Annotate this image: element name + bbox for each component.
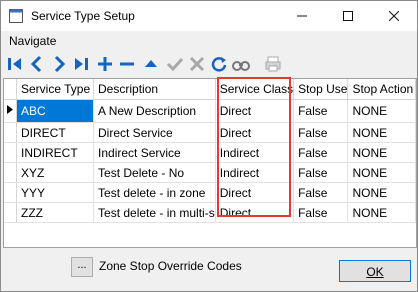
cell-stop-action[interactable]: NONE — [347, 182, 416, 203]
cell-description[interactable]: Test delete - in multi-s — [93, 202, 216, 223]
cell-description[interactable]: Test delete - in zone — [93, 182, 216, 203]
checkmark-icon — [166, 57, 184, 72]
row-indicator — [4, 122, 17, 143]
triangle-up-icon — [145, 60, 157, 67]
zone-stop-override-button[interactable]: ... — [71, 257, 93, 277]
cell-service-class[interactable]: Indirect — [215, 162, 295, 183]
grid-header-row: Service Type Description Service Class S… — [4, 79, 416, 100]
cell-service-type[interactable]: ABC — [16, 99, 95, 123]
last-record-icon — [75, 58, 88, 70]
table-row[interactable]: YYY Test delete - in zone Direct False N… — [4, 182, 416, 203]
table-row[interactable]: INDIRECT Indirect Service Indirect False… — [4, 142, 416, 163]
add-record-button[interactable] — [95, 54, 115, 74]
ok-button-label: OK — [366, 265, 384, 279]
cell-service-type[interactable]: ZZZ — [16, 202, 95, 223]
column-header-service-type[interactable]: Service Type — [16, 79, 95, 100]
row-indicator — [4, 142, 17, 163]
cell-service-type[interactable]: XYZ — [16, 162, 95, 183]
cell-stop-action[interactable]: NONE — [347, 142, 416, 163]
first-record-icon — [8, 58, 21, 70]
maximize-icon — [343, 11, 353, 21]
cell-service-type[interactable]: INDIRECT — [16, 142, 95, 163]
service-type-grid[interactable]: Service Type Description Service Class S… — [3, 78, 417, 248]
plus-icon — [98, 57, 112, 71]
row-indicator — [4, 202, 17, 223]
cell-description[interactable]: Indirect Service — [93, 142, 216, 163]
delete-record-button[interactable] — [117, 54, 137, 74]
window-title: Service Type Setup — [31, 9, 135, 23]
row-indicator-header — [4, 79, 17, 100]
menu-navigate[interactable]: Navigate — [9, 34, 56, 48]
cancel-edit-button[interactable] — [187, 54, 207, 74]
column-header-stop-use[interactable]: Stop Use — [293, 79, 349, 100]
navigator-toolbar — [1, 52, 417, 76]
binoculars-icon — [232, 61, 250, 71]
table-row[interactable]: ZZZ Test delete - in multi-s Direct Fals… — [4, 202, 416, 223]
next-record-icon — [54, 55, 66, 73]
cell-service-type[interactable]: DIRECT — [16, 122, 95, 143]
close-icon — [389, 11, 399, 21]
cell-stop-use[interactable]: False — [293, 162, 349, 183]
cell-stop-action[interactable]: NONE — [347, 99, 416, 123]
column-header-stop-action[interactable]: Stop Action — [347, 79, 416, 100]
cell-service-class[interactable]: Direct — [215, 99, 295, 123]
service-type-setup-window: Service Type Setup Navigate Service Type… — [0, 0, 418, 292]
minimize-button[interactable] — [279, 1, 325, 31]
current-row-indicator — [4, 99, 17, 123]
cell-stop-use[interactable]: False — [293, 142, 349, 163]
move-up-button[interactable] — [141, 54, 161, 74]
find-button[interactable] — [231, 54, 251, 74]
cell-stop-use[interactable]: False — [293, 202, 349, 223]
cell-description[interactable]: Test Delete - No — [93, 162, 216, 183]
zone-stop-override-label: Zone Stop Override Codes — [99, 259, 242, 273]
cell-stop-use[interactable]: False — [293, 122, 349, 143]
last-record-button[interactable] — [71, 54, 91, 74]
ok-button[interactable]: OK — [339, 260, 411, 282]
menu-bar: Navigate — [1, 31, 417, 51]
column-header-service-class[interactable]: Service Class — [215, 79, 295, 100]
cell-service-class[interactable]: Direct — [215, 122, 295, 143]
cell-service-class[interactable]: Direct — [215, 182, 295, 203]
app-window-icon — [9, 9, 23, 23]
minimize-icon — [297, 15, 307, 17]
column-header-description[interactable]: Description — [93, 79, 216, 100]
title-bar: Service Type Setup — [1, 1, 417, 31]
close-button[interactable] — [371, 1, 417, 31]
x-icon — [189, 56, 205, 72]
cell-stop-action[interactable]: NONE — [347, 162, 416, 183]
refresh-icon — [211, 57, 227, 72]
previous-record-button[interactable] — [27, 54, 47, 74]
table-row[interactable]: XYZ Test Delete - No Indirect False NONE — [4, 162, 416, 183]
previous-record-icon — [30, 55, 42, 73]
cell-description[interactable]: Direct Service — [93, 122, 216, 143]
table-row[interactable]: ABC A New Description Direct False NONE — [4, 99, 416, 123]
cell-service-class[interactable]: Direct — [215, 202, 295, 223]
printer-icon — [265, 56, 281, 72]
first-record-button[interactable] — [5, 54, 25, 74]
refresh-button[interactable] — [209, 54, 229, 74]
cell-stop-use[interactable]: False — [293, 99, 349, 123]
cell-stop-action[interactable]: NONE — [347, 202, 416, 223]
cell-description[interactable]: A New Description — [93, 99, 216, 123]
next-record-button[interactable] — [49, 54, 69, 74]
cell-service-class[interactable]: Indirect — [215, 142, 295, 163]
cell-stop-action[interactable]: NONE — [347, 122, 416, 143]
minus-icon — [120, 62, 134, 66]
maximize-button[interactable] — [325, 1, 371, 31]
post-edit-button[interactable] — [165, 54, 185, 74]
cell-stop-use[interactable]: False — [293, 182, 349, 203]
row-indicator — [4, 162, 17, 183]
table-row[interactable]: DIRECT Direct Service Direct False NONE — [4, 122, 416, 143]
print-button[interactable] — [263, 54, 283, 74]
current-row-arrow-icon — [7, 105, 13, 114]
cell-service-type[interactable]: YYY — [16, 182, 95, 203]
row-indicator — [4, 182, 17, 203]
